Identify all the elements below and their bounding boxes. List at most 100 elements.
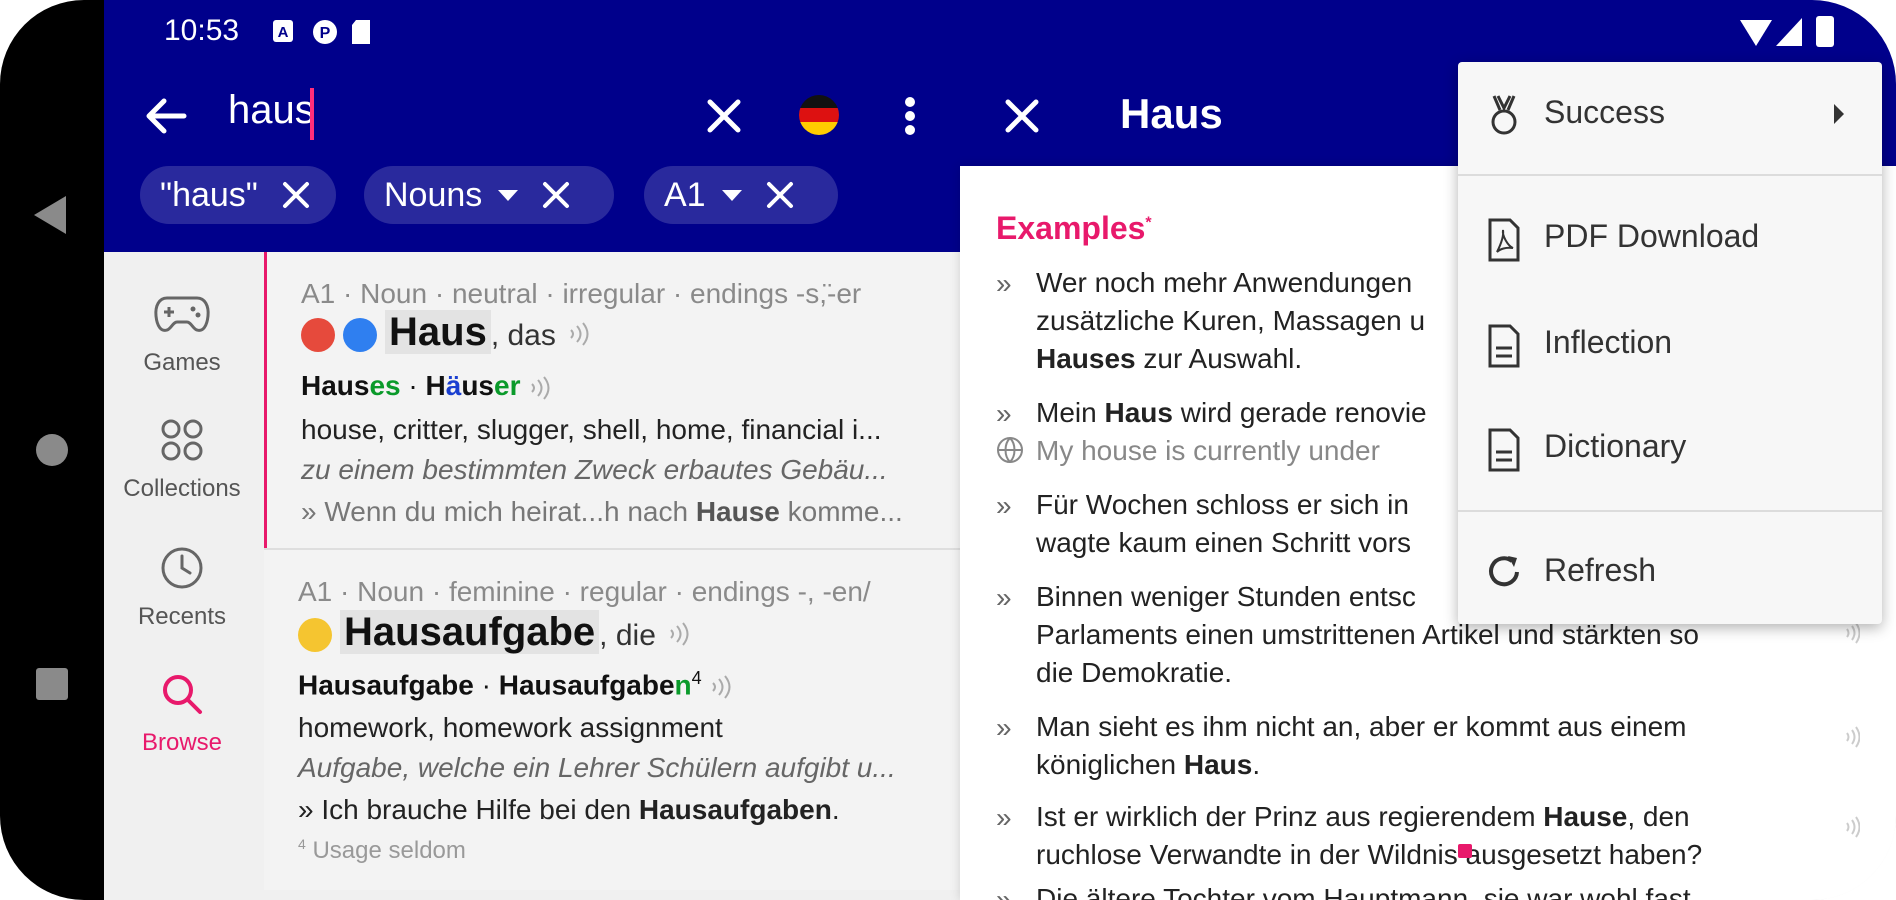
footnote-text: Usage seldom [305,837,466,864]
remove-chip-icon[interactable] [542,181,570,209]
touch-indicator [1458,844,1472,858]
back-arrow-icon[interactable] [144,96,188,136]
form-genitive: Haus [301,370,370,401]
menu-item-inflection[interactable]: Inflection [1458,306,1882,386]
list-item[interactable]: A1 · Noun · feminine · regular · endings… [264,550,1064,890]
entry-translation: house, critter, slugger, shell, home, fi… [301,414,882,445]
entry-example: » Wenn du mich heirat...h nach Hause kom… [301,496,903,528]
medal-icon [1491,95,1517,135]
audio-icon[interactable] [567,321,589,347]
submenu-arrow-icon [1834,104,1844,124]
audio-icon[interactable] [667,621,689,647]
search-input[interactable]: haus [228,88,315,133]
entry-word[interactable]: Haus, das [385,310,589,355]
gamepad-icon [154,296,210,332]
rail-item-recents[interactable]: Recents [104,546,260,631]
section-title: Examples* [996,210,1152,247]
chevron-down-icon [721,189,742,201]
form-plural: H [425,370,446,401]
menu-label: Inflection [1544,324,1673,360]
rail-item-browse[interactable]: Browse [104,672,260,757]
highlight: Haus [1104,397,1173,428]
form-ending: er [494,370,521,401]
menu-item-refresh[interactable]: Refresh [1458,534,1882,614]
examples-marker: * [1145,214,1152,232]
footnote-marker: 4 [691,668,702,688]
audio-icon[interactable] [528,375,550,401]
filter-chip-query[interactable]: "haus" [140,166,336,224]
filter-chip-level[interactable]: A1 [644,166,838,224]
bullet: » [996,712,1012,743]
collections-icon [161,419,203,461]
svg-text:A: A [278,24,289,41]
text: zur Auswahl. [1135,343,1303,374]
example-highlight: Hausaufgaben [638,794,832,825]
list-item[interactable]: A1 · Noun · neutral · irregular · ending… [264,252,1067,548]
gender-color-dot [343,318,377,352]
headword: Hausaufgabe [340,610,600,654]
example-line: Hauses zur Auswahl. [1036,340,1302,378]
document-icon [1488,324,1520,368]
bullet: » [996,884,1012,900]
audio-icon[interactable] [1844,622,1860,644]
example-line: ruchlose Verwandte in der Wildnis ausges… [1036,839,1703,870]
filter-chip-nouns[interactable]: Nouns [364,166,614,224]
examples-heading: Examples [996,210,1146,246]
bullet: » [996,490,1012,521]
form-umlaut: ä [445,370,462,401]
rail-item-collections[interactable]: Collections [104,418,260,503]
recents-square-icon[interactable] [36,668,68,700]
form-plural: Hausaufgabe [498,669,675,701]
text: . [1252,749,1261,780]
example-line: Die ältere Tochter vom Hauptmann, sie wa… [1036,883,1691,900]
text-cursor [310,88,314,140]
chip-label: A1 [664,175,706,214]
menu-item-pdf-download[interactable]: PDF Download [1458,200,1882,280]
notification-a-icon: A [273,20,293,42]
highlight: Haus [1183,749,1253,780]
example-text: . [831,794,840,825]
example-line: wagte kaum einen Schritt vors [1036,527,1412,558]
clear-search-icon[interactable] [706,98,742,134]
signal-icon [1776,18,1802,46]
bullet: » [996,398,1012,429]
audio-icon[interactable] [1844,726,1860,748]
german-flag-icon[interactable] [798,94,840,136]
menu-item-success[interactable]: Success [1458,76,1882,156]
bullet: » [996,582,1012,613]
translate-globe-icon [997,437,1023,463]
bullet: » [996,268,1012,299]
close-detail-icon[interactable] [1004,98,1040,134]
menu-label: PDF Download [1544,218,1760,254]
menu-label: Refresh [1544,552,1657,588]
menu-divider [1458,510,1882,512]
form-separator: · [400,370,426,401]
example-highlight: Hause [695,496,780,527]
example-translation: My house is currently under [1036,435,1380,466]
example-line: Mein Haus wird gerade renovie [1036,394,1427,432]
example-line: königlichen Haus. [1036,746,1260,784]
remove-chip-icon[interactable] [282,181,310,209]
menu-divider [1458,174,1882,176]
back-triangle-icon[interactable] [34,196,66,234]
entry-forms: Hausaufgabe · Hausaufgaben4 [298,668,731,701]
example-text: » Wenn du mich heirat...h nach [301,496,696,527]
audio-icon[interactable] [709,674,731,700]
audio-icon[interactable] [1844,816,1860,838]
device-frame: 10:53 A P haus "haus" Nouns A1 Haus Game… [0,0,1896,900]
app-screen: 10:53 A P haus "haus" Nouns A1 Haus Game… [104,0,1896,900]
menu-item-dictionary[interactable]: Dictionary [1458,410,1882,490]
example-line: die Demokratie. [1036,657,1233,688]
entry-definition: Aufgabe, welche ein Lehrer Schülern aufg… [298,752,896,783]
form-separator: · [473,669,499,701]
rail-label: Games [143,349,221,376]
detail-title: Haus [1120,90,1223,137]
remove-chip-icon[interactable] [766,181,794,209]
overflow-menu: Success PDF Download Inflection Dictiona… [1458,62,1882,624]
rail-label: Browse [141,729,223,756]
more-vert-icon[interactable] [904,96,916,136]
chip-label: Nouns [384,175,483,214]
rail-item-games[interactable]: Games [104,292,260,377]
entry-word[interactable]: Hausaufgabe, die [340,610,689,655]
home-circle-icon[interactable] [36,434,68,466]
